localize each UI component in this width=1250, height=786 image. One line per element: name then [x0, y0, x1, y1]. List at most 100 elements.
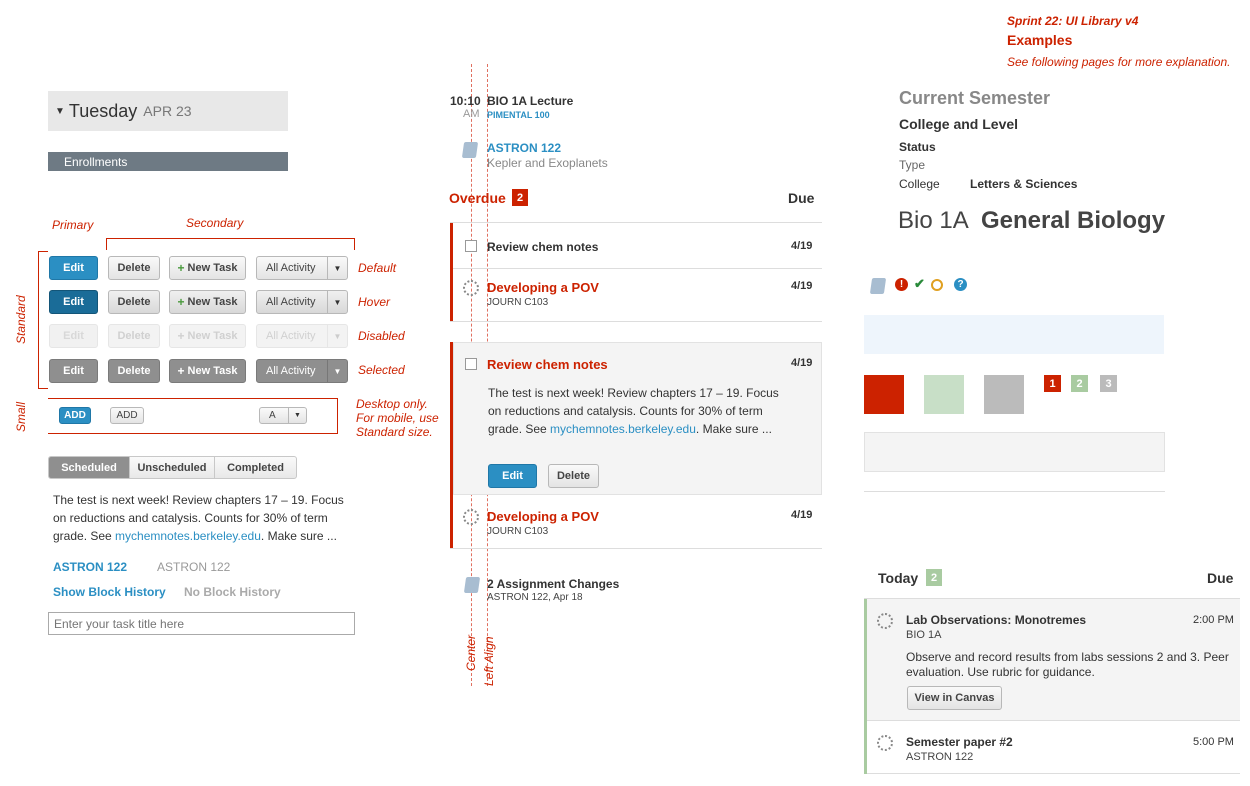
sprint-title: Sprint 22: UI Library v4 [1007, 14, 1139, 28]
plus-icon: + [177, 329, 185, 343]
no-block-history-text: No Block History [184, 585, 281, 599]
plus-icon: + [177, 261, 185, 275]
state-hover-label: Hover [358, 295, 391, 309]
assignment-changes-title[interactable]: 2 Assignment Changes [487, 577, 619, 591]
overdue-item-title[interactable]: Review chem notes [487, 357, 608, 372]
desktop-note-line1: Desktop only. [356, 397, 428, 411]
green-badge: 2 [1071, 375, 1088, 392]
today-item-desc: Observe and record results from labs ses… [906, 650, 1229, 679]
desc-link[interactable]: mychemnotes.berkeley.edu [550, 422, 696, 436]
highlight-swatch [864, 315, 1164, 354]
desktop-note-line3: Standard size. [356, 425, 433, 439]
a-dropdown-small[interactable]: A ▼ [259, 407, 307, 424]
delete-button-disabled[interactable]: Delete [108, 324, 160, 348]
delete-button-selected[interactable]: Delete [108, 359, 160, 383]
all-activity-label: All Activity [266, 296, 316, 308]
tab-unscheduled[interactable]: Unscheduled [129, 457, 214, 478]
all-activity-label: All Activity [266, 365, 316, 377]
overdue-count-badge: 2 [512, 189, 528, 206]
book-icon [869, 278, 887, 294]
new-task-label: New Task [187, 330, 238, 342]
secondary-bracket [106, 238, 355, 250]
today-item-time: 5:00 PM [1193, 736, 1234, 748]
new-task-label: New Task [187, 262, 238, 274]
desc-link[interactable]: mychemnotes.berkeley.edu [115, 529, 261, 543]
new-task-button-default[interactable]: + New Task [169, 256, 246, 280]
state-selected-label: Selected [358, 363, 405, 377]
add-button-small[interactable]: ADD [110, 407, 144, 424]
day-header[interactable]: ▼ Tuesday APR 23 [48, 91, 288, 131]
red-badge: 1 [1044, 375, 1061, 392]
new-task-button-disabled[interactable]: + New Task [169, 324, 246, 348]
a-label: A [269, 410, 276, 421]
astron-link-inactive: ASTRON 122 [157, 560, 231, 574]
astron-link-active[interactable]: ASTRON 122 [53, 560, 127, 574]
in-progress-icon [877, 735, 893, 751]
today-item-title[interactable]: Lab Observations: Monotremes [906, 613, 1086, 627]
explanation-note: See following pages for more explanation… [1007, 55, 1231, 69]
schedule-time: 10:10 [450, 94, 481, 108]
all-activity-dropdown-disabled[interactable]: All Activity ▼ [256, 324, 348, 348]
checkbox-icon[interactable] [465, 240, 477, 252]
overdue-item-title[interactable]: Review chem notes [487, 240, 598, 254]
all-activity-dropdown-default[interactable]: All Activity ▼ [256, 256, 348, 280]
secondary-label: Secondary [186, 216, 244, 230]
overdue-item-title[interactable]: Developing a POV [487, 509, 599, 524]
divider [450, 321, 822, 322]
divider [867, 720, 1240, 721]
add-button-small-primary[interactable]: ADD [59, 407, 91, 424]
task-title-input[interactable] [48, 612, 355, 635]
tab-scheduled[interactable]: Scheduled [49, 457, 129, 478]
edit-button-default[interactable]: Edit [49, 256, 98, 280]
schedule-ampm: AM [463, 108, 480, 120]
view-in-canvas-button[interactable]: View in Canvas [907, 686, 1002, 710]
today-count-badge: 2 [926, 569, 942, 586]
all-activity-dropdown-hover[interactable]: All Activity ▼ [256, 290, 348, 314]
delete-button-hover[interactable]: Delete [108, 290, 160, 314]
edit-button-selected[interactable]: Edit [49, 359, 98, 383]
all-activity-label: All Activity [266, 262, 316, 274]
delete-button[interactable]: Delete [548, 464, 599, 488]
enrollments-bar[interactable]: Enrollments [48, 152, 288, 171]
edit-button-hover[interactable]: Edit [49, 290, 98, 314]
overdue-item-title[interactable]: Developing a POV [487, 280, 599, 295]
lecture-location: PIMENTAL 100 [487, 110, 550, 120]
divider [453, 268, 822, 269]
edit-button-disabled[interactable]: Edit [49, 324, 98, 348]
edit-button[interactable]: Edit [488, 464, 537, 488]
divider [450, 548, 822, 549]
overdue-item-date: 4/19 [791, 240, 813, 252]
delete-button-default[interactable]: Delete [108, 256, 160, 280]
plus-icon: + [177, 295, 185, 309]
overdue-item-date: 4/19 [791, 280, 813, 292]
assignment-changes-sub: ASTRON 122, Apr 18 [487, 592, 583, 603]
plus-icon: + [177, 364, 185, 378]
college-value: Letters & Sciences [970, 177, 1078, 191]
clock-icon [931, 279, 943, 291]
primary-label: Primary [52, 218, 94, 232]
desktop-only-note: Desktop only. For mobile, use Standard s… [356, 397, 439, 439]
divider [867, 773, 1240, 774]
divider [864, 491, 1165, 492]
new-task-button-hover[interactable]: + New Task [169, 290, 246, 314]
course-code: Bio 1A [898, 207, 969, 234]
small-label: Small [14, 401, 28, 432]
course-subtitle: Kepler and Exoplanets [487, 156, 608, 170]
in-progress-icon [463, 280, 479, 296]
red-swatch [864, 375, 904, 414]
state-disabled-label: Disabled [358, 329, 405, 343]
book-icon [461, 142, 479, 158]
status-label: Status [899, 140, 936, 154]
checkbox-icon[interactable] [465, 358, 477, 370]
lecture-title[interactable]: BIO 1A Lecture [487, 94, 573, 108]
gray-swatch [984, 375, 1024, 414]
course-link[interactable]: ASTRON 122 [487, 141, 561, 155]
show-block-history-link[interactable]: Show Block History [53, 585, 166, 599]
today-item-title[interactable]: Semester paper #2 [906, 735, 1013, 749]
caret-down-icon: ▼ [288, 408, 306, 423]
all-activity-dropdown-selected[interactable]: All Activity ▼ [256, 359, 348, 383]
tab-completed[interactable]: Completed [214, 457, 296, 478]
task-description: The test is next week! Review chapters 1… [53, 491, 353, 545]
help-icon: ? [954, 278, 967, 291]
new-task-button-selected[interactable]: + New Task [169, 359, 246, 383]
